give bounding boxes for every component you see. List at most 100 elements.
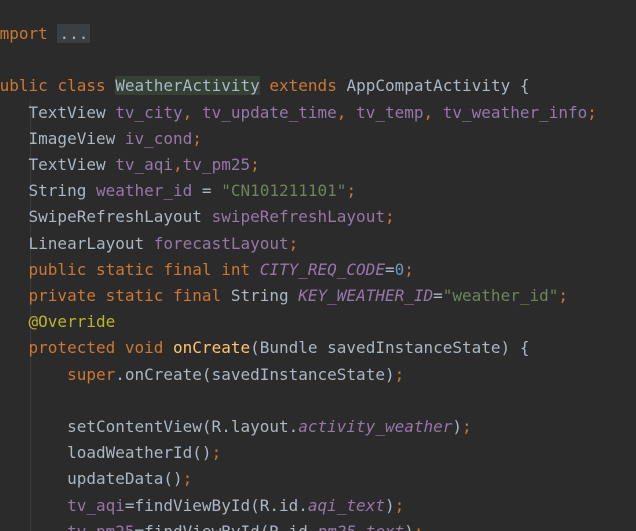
code-token: (Bundle savedInstanceState) { — [250, 338, 530, 358]
code-token: .onCreate(savedInstanceState) — [115, 364, 395, 384]
code-token: String — [230, 286, 299, 305]
code-token: tv_aqi — [67, 495, 125, 515]
code-token: activity_weather — [298, 417, 453, 436]
code-token: protected void — [28, 338, 174, 358]
code-token: tv_pm25 — [182, 155, 251, 174]
code-token: "weather_id" — [442, 286, 559, 305]
code-token: , — [173, 155, 183, 174]
code-token: ; — [394, 495, 405, 515]
code-token: import — [0, 24, 48, 43]
code-editor[interactable]: import ... public class WeatherActivity e… — [0, 0, 636, 531]
code-token: super — [67, 364, 116, 384]
code-token: = — [384, 259, 395, 279]
code-token: =findViewById(R.id. — [135, 522, 318, 531]
code-token: = — [433, 286, 443, 305]
code-token: LinearLayout — [0, 233, 154, 253]
code-line[interactable]: TextView tv_aqi,tv_pm25; — [0, 152, 260, 178]
code-token: 0 — [394, 259, 405, 279]
code-token: ImageView — [0, 128, 125, 148]
code-token: KEY_WEATHER_ID — [298, 286, 434, 305]
code-token: ; — [384, 207, 395, 227]
code-token: ; — [288, 233, 299, 253]
code-token: loadWeatherId() — [0, 443, 212, 463]
code-token: tv_weather_info — [442, 102, 588, 122]
code-token: pm25_text — [318, 522, 405, 531]
code-token: WeatherActivity — [115, 76, 260, 96]
code-token: ; — [414, 522, 424, 531]
code-token: ; — [558, 286, 568, 305]
code-token: private static final — [28, 286, 231, 305]
code-line[interactable]: tv_pm25=findViewById(R.id.pm25_text); — [0, 519, 424, 531]
code-token: swipeRefreshLayout — [211, 207, 385, 227]
code-token: @Override — [28, 312, 116, 332]
code-line[interactable]: private static final String KEY_WEATHER_… — [0, 283, 568, 309]
code-token: setContentView(R.layout. — [0, 417, 299, 436]
code-token: tv_aqi — [115, 155, 174, 174]
code-token: forecastLayout — [153, 233, 289, 253]
code-token: "CN101211101" — [221, 181, 347, 201]
code-token: ; — [182, 469, 193, 489]
code-line[interactable]: ImageView iv_cond; — [0, 126, 202, 152]
code-token: tv_city — [115, 102, 183, 122]
code-token: ... — [57, 24, 91, 43]
code-token: ; — [404, 259, 414, 279]
code-token: aqi_text — [307, 495, 385, 515]
code-token: ; — [346, 181, 357, 201]
code-token: SwipeRefreshLayout — [0, 207, 212, 227]
code-token: ; — [587, 102, 597, 122]
code-line[interactable]: TextView tv_city, tv_update_time, tv_tem… — [0, 100, 597, 126]
code-line[interactable]: loadWeatherId(); — [0, 440, 221, 466]
code-line[interactable]: @Override — [0, 309, 116, 335]
code-line[interactable]: public class WeatherActivity extends App… — [0, 73, 529, 99]
code-token: ; — [250, 155, 260, 174]
code-token: TextView — [0, 102, 116, 122]
code-token: TextView — [0, 155, 116, 174]
code-line[interactable]: public static final int CITY_REQ_CODE=0; — [0, 257, 414, 283]
code-token: tv_pm25 — [67, 522, 134, 531]
code-token: =findViewById(R.id. — [124, 495, 308, 515]
code-line[interactable]: LinearLayout forecastLayout; — [0, 231, 299, 257]
code-line[interactable]: updateData(); — [0, 466, 192, 492]
code-token: weather_id — [95, 181, 193, 201]
code-token: AppCompatActivity { — [336, 76, 530, 96]
code-token: iv_cond — [124, 128, 193, 148]
code-token: class — [57, 76, 106, 96]
code-line[interactable]: tv_aqi=findViewById(R.id.aqi_text); — [0, 493, 404, 519]
code-token: ; — [394, 364, 405, 384]
code-token: ; — [211, 443, 222, 463]
code-token: extends — [269, 76, 337, 96]
code-line[interactable]: setContentView(R.layout.activity_weather… — [0, 414, 472, 440]
code-token: tv_temp — [356, 102, 424, 122]
code-token: CITY_REQ_CODE — [259, 259, 385, 279]
code-token: tv_update_time — [201, 102, 337, 122]
code-line[interactable]: String weather_id = "CN101211101"; — [0, 178, 357, 204]
code-token: ; — [462, 417, 472, 436]
code-token: , — [336, 102, 357, 122]
code-token: , — [423, 102, 443, 122]
code-line[interactable]: SwipeRefreshLayout swipeRefreshLayout; — [0, 204, 395, 230]
code-line[interactable]: import ... — [0, 21, 91, 47]
code-token: ) — [404, 522, 414, 531]
code-token: ) — [452, 417, 463, 436]
code-token: onCreate — [173, 338, 251, 358]
code-token: = — [192, 181, 222, 201]
code-token: public static final int — [28, 259, 260, 279]
code-line[interactable]: protected void onCreate(Bundle savedInst… — [0, 335, 530, 361]
code-token: ; — [192, 128, 202, 148]
code-token: String — [0, 181, 96, 201]
code-token: updateData() — [0, 469, 183, 489]
code-token: , — [182, 102, 202, 122]
code-line[interactable]: super.onCreate(savedInstanceState); — [0, 362, 404, 388]
code-token: public — [0, 76, 48, 96]
